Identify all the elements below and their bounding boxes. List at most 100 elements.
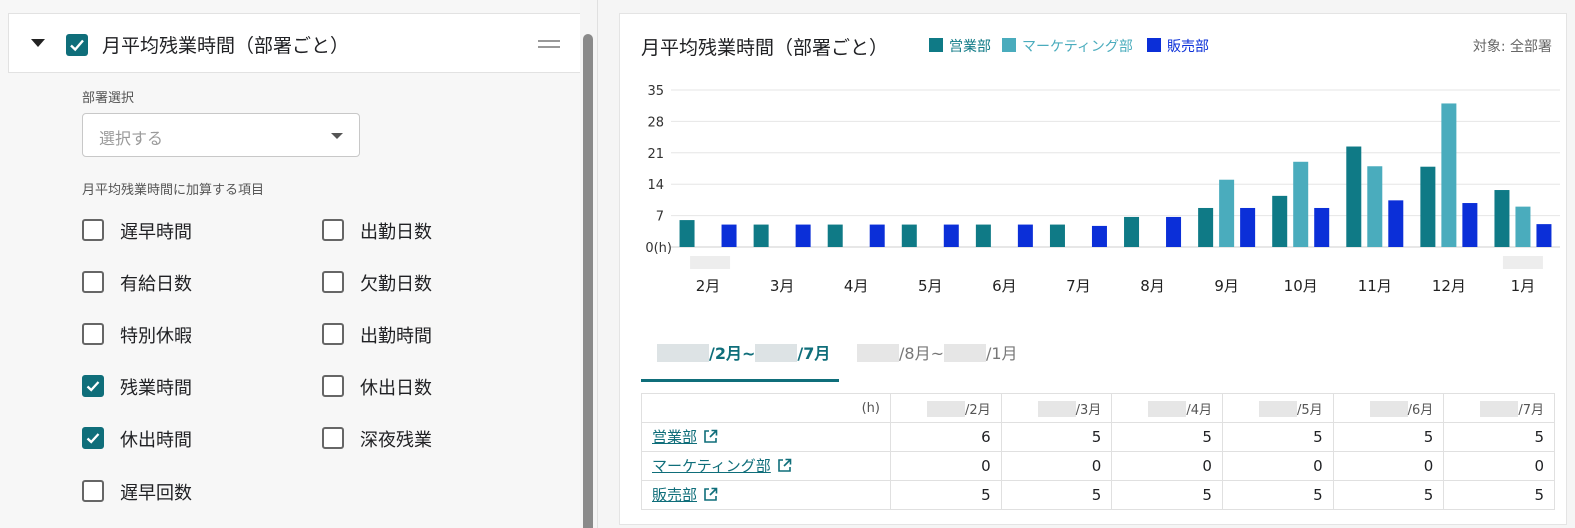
value-cell: 0 — [1332, 451, 1445, 481]
option-checkbox[interactable] — [322, 427, 344, 449]
items-label: 月平均残業時間に加算する項目 — [82, 183, 265, 198]
option-checkbox[interactable] — [322, 323, 344, 345]
dept-link[interactable]: 営業部 — [652, 428, 697, 446]
data-table: (h) /2月/3月/4月/5月/6月/7月 営業部 6 5 5 5 5 5 マーケティング部… — [641, 393, 1555, 510]
bar-retail — [1462, 203, 1478, 247]
bar-sales — [753, 224, 769, 247]
dept-select[interactable]: 選択する — [82, 113, 360, 157]
bar-sales — [1420, 166, 1436, 247]
value-cell: 6 — [890, 422, 1002, 452]
month-header: /6月 — [1332, 393, 1445, 423]
month-header-label: /5月 — [1296, 402, 1323, 418]
external-link-icon[interactable] — [777, 458, 792, 477]
bar-sales — [1198, 207, 1214, 247]
bar-retail — [795, 224, 811, 247]
widget-title: 月平均残業時間（部署ごと） — [102, 35, 350, 57]
y-axis-zero-label: 0(h) — [645, 241, 672, 256]
bar-retail — [1240, 207, 1256, 247]
dept-link[interactable]: 販売部 — [652, 486, 697, 504]
x-tick-label: 2月 — [696, 277, 721, 295]
collapse-caret-icon[interactable] — [31, 39, 45, 47]
bar-marketing — [1367, 166, 1383, 247]
external-link-icon[interactable] — [703, 487, 718, 506]
scrollbar[interactable] — [583, 34, 593, 528]
option-checkbox[interactable] — [82, 427, 104, 449]
option-checkbox[interactable] — [82, 323, 104, 345]
tab-label-end: /7月 — [797, 344, 831, 363]
dept-cell: 営業部 — [641, 422, 891, 452]
bar-retail — [1536, 224, 1552, 247]
legend-swatch — [929, 38, 943, 52]
bar-retail — [1166, 216, 1182, 247]
y-tick-label: 35 — [647, 84, 664, 99]
redacted-year — [943, 344, 986, 362]
option-label: 出勤日数 — [360, 222, 432, 243]
bar-retail — [721, 224, 737, 247]
table-header-row: (h) /2月/3月/4月/5月/6月/7月 — [641, 393, 1555, 423]
option-label: 残業時間 — [120, 378, 192, 399]
value-cell: 5 — [1332, 480, 1445, 510]
y-tick-label: 21 — [647, 147, 664, 162]
dropdown-arrow-icon — [331, 133, 343, 139]
redacted-year — [755, 344, 798, 362]
table-body: 営業部 6 5 5 5 5 5 マーケティング部 0 0 0 0 0 0 販売部 5 5 5 5 5 5 — [641, 422, 1555, 510]
value-cell: 0 — [1221, 451, 1334, 481]
table-row: 営業部 6 5 5 5 5 5 — [641, 422, 1555, 452]
drag-handle-icon[interactable] — [538, 40, 560, 48]
x-tick-label: 12月 — [1432, 277, 1466, 295]
bar-sales — [901, 224, 917, 247]
bar-retail — [1091, 225, 1107, 247]
month-header-label: /4月 — [1186, 402, 1212, 418]
panel-divider — [597, 0, 598, 528]
tab-label-end: /1月 — [985, 344, 1018, 363]
option-label: 深夜残業 — [360, 430, 432, 451]
option-label: 欠勤日数 — [360, 274, 432, 295]
tab-label-start: /2月~ — [709, 344, 756, 363]
option-label: 特別休暇 — [120, 326, 192, 347]
option-checkbox[interactable] — [322, 219, 344, 241]
option-label: 休出日数 — [360, 378, 432, 399]
redacted-year-end — [1502, 256, 1543, 269]
dept-link[interactable]: マーケティング部 — [652, 457, 771, 475]
tab-label-start: /8月~ — [899, 344, 944, 363]
legend-label: 営業部 — [949, 39, 991, 55]
y-tick-label: 7 — [656, 210, 664, 225]
month-header: /2月 — [890, 393, 1002, 423]
month-header: /5月 — [1221, 393, 1334, 423]
option-checkbox[interactable] — [82, 480, 104, 502]
option-checkbox[interactable] — [82, 271, 104, 293]
value-cell: 5 — [890, 480, 1002, 510]
y-tick-label: 14 — [647, 178, 664, 193]
option-label: 遅早時間 — [120, 222, 192, 243]
month-header-label: /6月 — [1407, 402, 1434, 418]
bar-marketing — [1515, 206, 1531, 247]
option-checkbox[interactable] — [322, 271, 344, 293]
bar-sales — [1124, 216, 1140, 247]
value-cell: 0 — [1111, 451, 1223, 481]
x-tick-label: 11月 — [1358, 277, 1392, 295]
tab-period-2[interactable]: /8月~ /1月 — [857, 340, 1018, 382]
x-tick-label: 3月 — [770, 277, 795, 295]
bar-marketing — [1219, 179, 1235, 247]
x-tick-label: 5月 — [918, 277, 943, 295]
external-link-icon[interactable] — [703, 429, 718, 448]
settings-panel: 月平均残業時間（部署ごと） 部署選択 選択する 月平均残業時間に加算する項目 遅… — [0, 0, 580, 528]
table-row: マーケティング部 0 0 0 0 0 0 — [641, 451, 1555, 481]
redacted-year — [1480, 400, 1519, 417]
bar-sales — [1049, 224, 1065, 247]
tab-period-1[interactable]: /2月~ /7月 — [657, 340, 830, 382]
option-label: 遅早回数 — [120, 483, 192, 504]
value-cell: 5 — [1332, 422, 1445, 452]
option-checkbox[interactable] — [322, 375, 344, 397]
value-cell: 5 — [1000, 480, 1113, 510]
widget-enabled-checkbox[interactable] — [66, 34, 88, 56]
option-checkbox[interactable] — [82, 219, 104, 241]
checkmark-icon — [86, 381, 100, 392]
month-header-label: /2月 — [965, 402, 991, 418]
value-cell: 5 — [1111, 480, 1223, 510]
bar-chart: 35 28 21 14 7 0(h) 2月 3月 4月 5月 6月 7月 8月 9月 10月 11月 12月 1月 — [645, 84, 1560, 295]
legend-swatch — [1002, 38, 1016, 52]
month-header: /3月 — [1000, 393, 1113, 423]
value-cell: 5 — [1221, 480, 1334, 510]
option-checkbox[interactable] — [82, 375, 104, 397]
